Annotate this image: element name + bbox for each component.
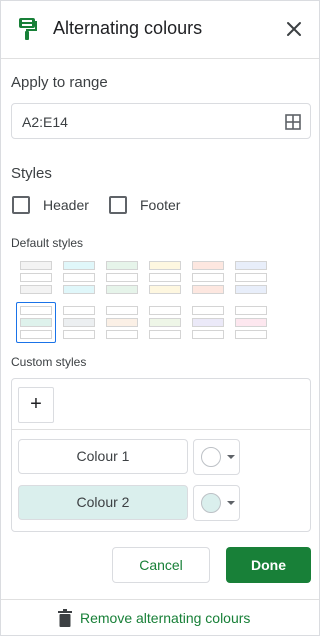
swatch-row [106, 318, 138, 327]
style-swatch[interactable] [233, 304, 269, 341]
swatch-row [235, 306, 267, 315]
paint-format-icon [19, 18, 37, 40]
swatch-row [20, 261, 52, 270]
colour2-button[interactable]: Colour 2 [18, 485, 188, 520]
swatch-row [192, 330, 224, 339]
swatch-row [63, 330, 95, 339]
swatch-row [20, 318, 52, 327]
range-input[interactable]: A2:E14 [11, 103, 311, 139]
style-swatch[interactable] [233, 259, 269, 296]
add-custom-style-button[interactable]: + [18, 387, 54, 423]
swatch-row [149, 306, 181, 315]
dropdown-arrow-icon [227, 455, 235, 459]
swatch-row [63, 318, 95, 327]
style-swatch[interactable] [190, 259, 226, 296]
cancel-button[interactable]: Cancel [112, 547, 210, 583]
colour1-swatch [201, 447, 221, 467]
swatch-row [149, 273, 181, 282]
swatch-row [235, 285, 267, 294]
style-swatch[interactable] [18, 259, 54, 296]
alternating-colours-panel: Alternating colours Apply to range A2:E1… [0, 0, 320, 636]
footer-divider [1, 599, 319, 600]
colour2-picker[interactable] [193, 485, 240, 521]
range-label: Apply to range [11, 74, 108, 91]
close-icon[interactable] [284, 19, 304, 39]
footer-checkbox-label: Footer [140, 197, 181, 213]
swatch-row [106, 273, 138, 282]
style-swatch[interactable] [104, 259, 140, 296]
colour1-button[interactable]: Colour 1 [18, 439, 188, 474]
footer-checkbox[interactable] [109, 196, 127, 214]
style-swatch[interactable] [147, 304, 183, 341]
swatch-row [192, 306, 224, 315]
swatch-row [106, 285, 138, 294]
swatch-row [235, 318, 267, 327]
swatch-row [192, 285, 224, 294]
swatch-row [235, 273, 267, 282]
header-checkbox[interactable] [12, 196, 30, 214]
trash-icon [58, 609, 72, 627]
swatch-row [20, 273, 52, 282]
panel-header: Alternating colours [1, 1, 319, 59]
grid-select-icon[interactable] [285, 114, 301, 130]
panel-title: Alternating colours [53, 18, 203, 38]
style-swatch[interactable] [16, 302, 56, 343]
swatch-row [63, 285, 95, 294]
header-checkbox-label: Header [43, 197, 89, 213]
swatch-row [106, 306, 138, 315]
style-swatch[interactable] [61, 304, 97, 341]
swatch-row [20, 306, 52, 315]
swatch-row [149, 330, 181, 339]
swatch-row [106, 261, 138, 270]
swatch-row [192, 318, 224, 327]
plus-icon: + [30, 393, 42, 415]
swatch-row [149, 261, 181, 270]
style-swatch[interactable] [61, 259, 97, 296]
swatch-row [63, 273, 95, 282]
dropdown-arrow-icon [227, 501, 235, 505]
swatch-row [63, 261, 95, 270]
swatch-row [192, 261, 224, 270]
colour1-picker[interactable] [193, 439, 240, 475]
remove-label: Remove alternating colours [80, 610, 251, 626]
swatch-row [149, 285, 181, 294]
default-styles-label: Default styles [11, 236, 84, 250]
swatch-row [20, 330, 52, 339]
swatch-row [63, 306, 95, 315]
swatch-row [149, 318, 181, 327]
styles-label: Styles [11, 165, 52, 182]
custom-styles-divider [12, 429, 310, 430]
swatch-row [235, 261, 267, 270]
swatch-row [20, 285, 52, 294]
colour2-swatch [201, 493, 221, 513]
swatch-row [192, 273, 224, 282]
custom-styles-box: + Colour 1 Colour 2 [11, 378, 311, 532]
style-swatch[interactable] [147, 259, 183, 296]
swatch-row [106, 330, 138, 339]
done-button[interactable]: Done [226, 547, 311, 583]
swatch-row [235, 330, 267, 339]
custom-styles-label: Custom styles [11, 355, 87, 369]
range-value: A2:E14 [22, 114, 68, 130]
style-swatch[interactable] [190, 304, 226, 341]
style-swatch[interactable] [104, 304, 140, 341]
